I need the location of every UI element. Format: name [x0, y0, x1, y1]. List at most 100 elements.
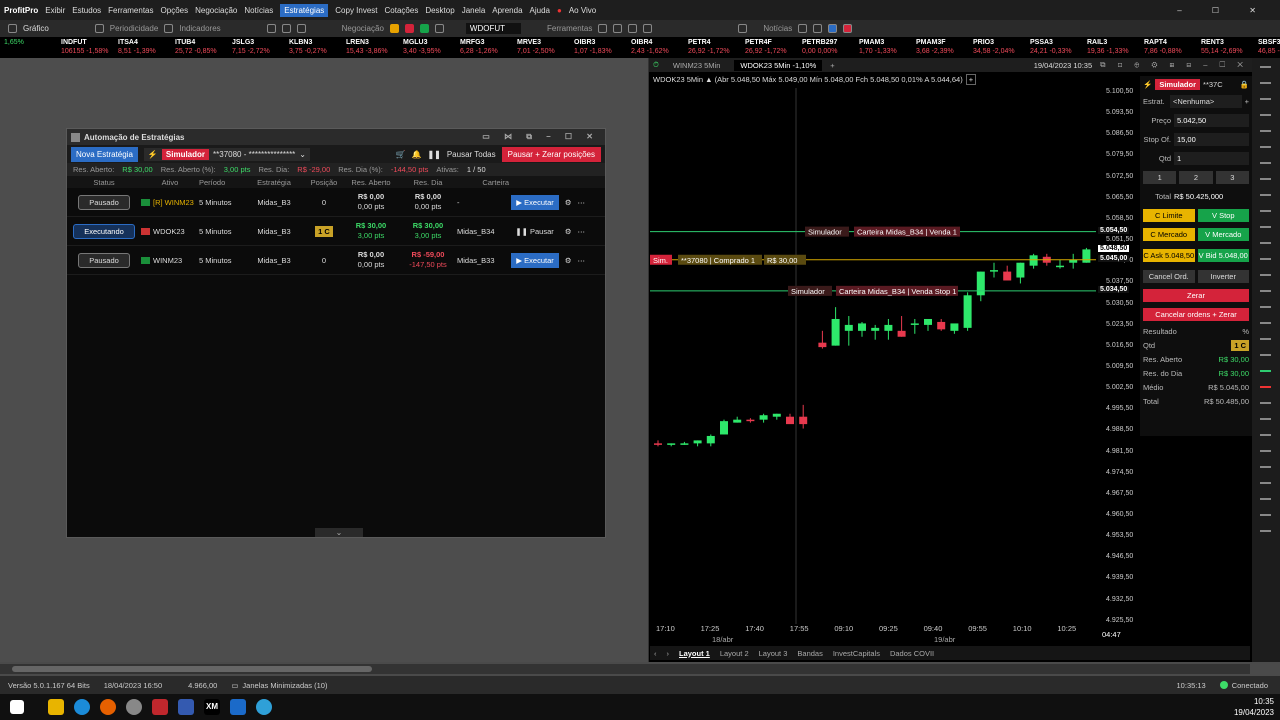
account-selector[interactable]: ⚡ Simulador **37080 - *************** ⌄ — [143, 147, 310, 161]
drawing-tool-icon[interactable] — [1260, 130, 1271, 132]
edge-icon[interactable] — [74, 699, 90, 715]
periodicidade-button[interactable]: Periodicidade — [110, 24, 158, 33]
col-status[interactable]: Status — [67, 178, 141, 187]
clock-icon[interactable] — [94, 24, 104, 33]
drawing-tool-icon[interactable] — [1260, 530, 1271, 532]
drawing-tool-icon[interactable] — [1260, 370, 1271, 372]
ferramentas-button[interactable]: Ferramentas — [547, 24, 592, 33]
news2-icon[interactable] — [813, 24, 823, 33]
ticker-item[interactable]: KLBN3 3,75 -0,27% — [285, 37, 342, 58]
ticker-item[interactable]: ITSA4 8,51 -1,39% — [114, 37, 171, 58]
nav-right-icon[interactable]: › — [667, 649, 670, 658]
ticker-item[interactable]: SBSF3 46,85 -1,49% — [1254, 37, 1280, 58]
zoom-icon[interactable] — [266, 24, 276, 33]
sim-label-pos[interactable]: Sim. — [650, 254, 672, 265]
indicator-icon[interactable] — [164, 24, 174, 33]
tab-layout-3[interactable]: Layout 3 — [759, 649, 788, 658]
drawing-tool-icon[interactable] — [1260, 306, 1271, 308]
cart-icon[interactable] — [389, 24, 399, 33]
tab-layout-2[interactable]: Layout 2 — [720, 649, 749, 658]
symbol-field[interactable]: WDOFUT — [465, 23, 521, 34]
ticker-item[interactable]: PETR4F 26,92 -1,72% — [741, 37, 798, 58]
ticker-item[interactable]: RAPT4 7,86 -0,88% — [1140, 37, 1197, 58]
drawing-tool-icon[interactable] — [1260, 418, 1271, 420]
gear-icon[interactable]: ⚙ — [565, 256, 572, 265]
gear-icon[interactable]: ⚙ — [565, 227, 572, 236]
ticker-item[interactable]: 1,65% — [0, 37, 57, 58]
menu-item-noticias[interactable]: Notícias — [244, 6, 273, 15]
position-label[interactable]: **37080 | Comprado 1 — [678, 254, 762, 265]
col-ativo[interactable]: Ativo — [141, 178, 199, 187]
windows-start-icon[interactable] — [10, 700, 24, 714]
ticker-item[interactable]: OIBR4 2,43 -1,62% — [627, 37, 684, 58]
tool4-icon[interactable] — [643, 24, 653, 33]
drawing-tool-icon[interactable] — [1260, 434, 1271, 436]
add-icon[interactable]: + — [1245, 97, 1249, 106]
ticker-item[interactable]: PMAM3 1,70 -1,33% — [855, 37, 912, 58]
status-button[interactable]: Pausado — [78, 252, 130, 268]
col-res-aberto[interactable]: Res. Aberto — [343, 178, 399, 187]
ticker-item[interactable]: MRFG3 6,28 -1,26% — [456, 37, 513, 58]
news-icon[interactable] — [798, 24, 808, 33]
drawing-tool-icon[interactable] — [1260, 82, 1271, 84]
gear-icon[interactable] — [738, 24, 748, 33]
tool-icon[interactable] — [598, 24, 608, 33]
col-periodo[interactable]: Período — [199, 178, 243, 187]
ticker-item[interactable]: PMAM3F 3,68 -2,39% — [912, 37, 969, 58]
c-limite-button[interactable]: C Limite — [1143, 209, 1195, 222]
qty-3-button[interactable]: 3 — [1215, 171, 1249, 184]
inverter-button[interactable]: Inverter — [1197, 270, 1249, 283]
tab-investcapitals[interactable]: InvestCapitals — [833, 649, 880, 658]
nova-estrategia-button[interactable]: Nova Estratégia — [71, 146, 138, 162]
col-carteira[interactable]: Carteira — [457, 178, 509, 187]
panel-account[interactable]: **37C — [1203, 80, 1223, 89]
mt-icon[interactable] — [256, 699, 272, 715]
drawing-tool-icon[interactable] — [1260, 66, 1271, 68]
drawing-tool-icon[interactable] — [1260, 450, 1271, 452]
scroll-thumb[interactable] — [12, 666, 372, 672]
tool2-icon[interactable] — [613, 24, 623, 33]
drawing-tool-icon[interactable] — [1260, 290, 1271, 292]
drawing-tool-icon[interactable] — [1260, 498, 1271, 500]
drawing-tool-icon[interactable] — [1260, 514, 1271, 516]
ticker-item[interactable]: INDFUT 106155 -1,58% — [57, 37, 114, 58]
drawing-tool-icon[interactable] — [1260, 466, 1271, 468]
ticker-item[interactable]: ITUB4 25,72 -0,85% — [171, 37, 228, 58]
estrat-select[interactable]: <Nenhuma> — [1170, 95, 1242, 108]
add-study-icon[interactable]: + — [965, 73, 977, 85]
drawing-tool-icon[interactable] — [1260, 482, 1271, 484]
table-row[interactable]: Pausado [R] WINM23 5 Minutos Midas_B3 0 … — [67, 188, 605, 217]
drawing-tool-icon[interactable] — [1260, 162, 1271, 164]
nav-left-icon[interactable]: ‹ — [654, 649, 657, 658]
qty-2-button[interactable]: 2 — [1179, 171, 1213, 184]
drawing-tool-icon[interactable] — [1260, 258, 1271, 260]
cart-icon[interactable]: 🛒 — [396, 150, 406, 159]
horizontal-scrollbar[interactable] — [0, 664, 1250, 674]
grid-icon[interactable] — [296, 24, 306, 33]
ticker-item[interactable]: PETRB297 0,00 0,00% — [798, 37, 855, 58]
menu-item-ferramentas[interactable]: Ferramentas — [108, 6, 153, 15]
sim-label-stop[interactable]: Simulador — [788, 285, 832, 296]
noticias-button[interactable]: Notícias — [763, 24, 792, 33]
drawing-tool-icon[interactable] — [1260, 338, 1271, 340]
buy-icon[interactable] — [419, 24, 429, 33]
stop-input[interactable]: 15,00 — [1174, 133, 1249, 146]
preco-input[interactable]: 5.042,50 — [1174, 114, 1249, 127]
zerar-button[interactable]: Zerar — [1143, 289, 1249, 302]
window-controls[interactable]: – ☐ ✕ — [1177, 6, 1270, 15]
explorer-icon[interactable] — [48, 699, 64, 715]
window-controls[interactable]: ▭ ⋈ ⧉ – ☐ ✕ — [482, 132, 599, 142]
taskbar-clock[interactable]: 10:35 19/04/2023 — [1234, 696, 1274, 718]
pausar-zerar-button[interactable]: Pausar + Zerar posições — [501, 146, 601, 162]
menu-item-ao-vivo[interactable]: Ao Vivo — [569, 6, 596, 15]
ticker-item[interactable]: OIBR3 1,07 -1,83% — [570, 37, 627, 58]
percent-icon[interactable]: % — [1242, 327, 1249, 336]
more-icon[interactable]: ⋯ — [578, 198, 586, 207]
table-row[interactable]: Pausado WINM23 5 Minutos Midas_B3 0 R$ 0… — [67, 246, 605, 275]
tool3-icon[interactable] — [628, 24, 638, 33]
chart-window-controls[interactable]: ⧉ ⊡ ⊕ ⚙ ⊞ ⊟ – ☐ ✕ — [1100, 60, 1248, 70]
qty-1-button[interactable]: 1 — [1143, 171, 1177, 184]
app-icon[interactable] — [178, 699, 194, 715]
menu-item-copy-invest[interactable]: Copy Invest — [335, 6, 377, 15]
menu-item-exibir[interactable]: Exibir — [45, 6, 65, 15]
